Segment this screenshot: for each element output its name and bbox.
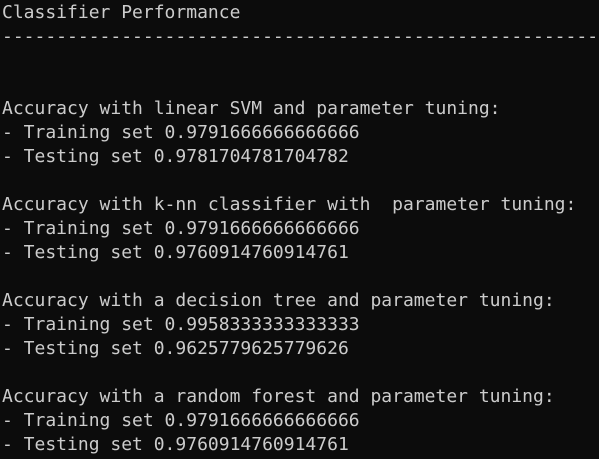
testing-score: - Testing set 0.9781704781704782 [2,146,349,167]
console-output: Classifier Performance -----------------… [0,0,599,459]
result-block-decision-tree: Accuracy with a decision tree and parame… [2,289,599,361]
result-heading: Accuracy with a decision tree and parame… [2,290,555,311]
testing-score: - Testing set 0.9760914760914761 [2,242,349,263]
testing-score: - Testing set 0.9625779625779626 [2,338,349,359]
blank-gap [2,265,599,289]
training-score: - Training set 0.9791666666666666 [2,218,360,239]
result-heading: Accuracy with k-nn classifier with param… [2,194,577,215]
blank-gap [2,49,599,97]
output-title: Classifier Performance [2,2,241,23]
result-heading: Accuracy with a random forest and parame… [2,386,555,407]
training-score: - Training set 0.9791666666666666 [2,410,360,431]
training-score: - Training set 0.9791666666666666 [2,122,360,143]
testing-score: - Testing set 0.9760914760914761 [2,434,349,455]
blank-gap [2,169,599,193]
training-score: - Training set 0.9958333333333333 [2,314,360,335]
result-block-knn: Accuracy with k-nn classifier with param… [2,193,599,265]
output-divider: ----------------------------------------… [2,26,599,47]
blank-gap [2,361,599,385]
result-heading: Accuracy with linear SVM and parameter t… [2,98,501,119]
result-block-random-forest: Accuracy with a random forest and parame… [2,385,599,457]
result-block-linear-svm: Accuracy with linear SVM and parameter t… [2,97,599,169]
